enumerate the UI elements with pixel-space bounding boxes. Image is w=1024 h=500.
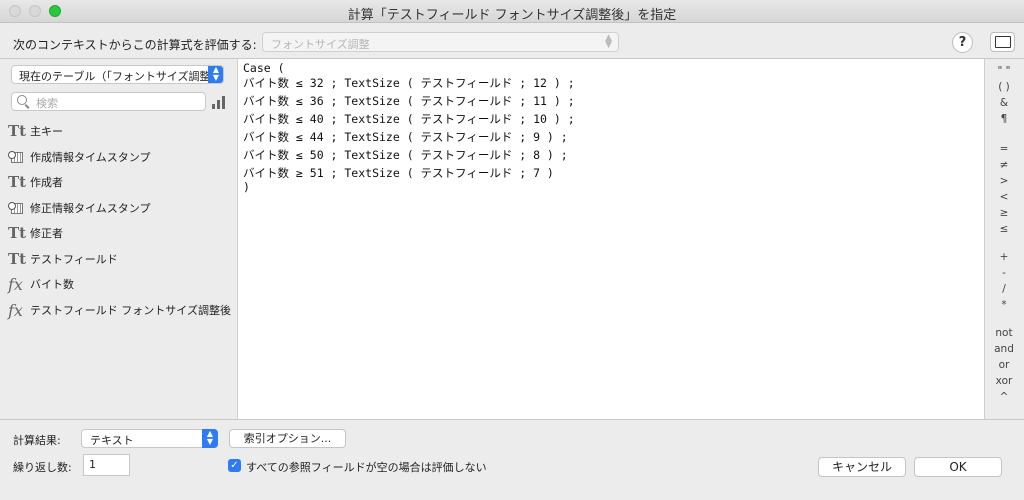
text-type-icon: Tt [8, 249, 27, 268]
field-name: テストフィールド フォントサイズ調整後 [30, 303, 231, 317]
cancel-button[interactable]: キャンセル [818, 457, 906, 477]
field-item[interactable]: fx テストフィールド フォントサイズ調整後 [0, 298, 236, 324]
repetitions-label: 繰り返し数: [13, 461, 72, 474]
field-list: Tt 主キー 作成情報タイムスタンプ Tt 作成者 修正情報タイムスタンプ Tt [0, 119, 236, 323]
operator-less-equal[interactable]: ≤ [986, 223, 1022, 235]
help-button[interactable]: ? [952, 32, 973, 53]
formula-line: バイト数 ≤ 32 ; TextSize ( テストフィールド ; 12 ) ; [243, 76, 575, 90]
field-item[interactable]: Tt テストフィールド [0, 247, 236, 273]
operator-pane: " " ( ) & ¶ = ≠ > < ≥ ≤ + - / * not and … [986, 59, 1024, 419]
calculation-dialog: 計算「テストフィールド フォントサイズ調整後」を指定 次のコンテキストからこの計… [0, 0, 1024, 500]
index-options-button[interactable]: 索引オプション... [229, 429, 346, 448]
window-title: 計算「テストフィールド フォントサイズ調整後」を指定 [347, 8, 677, 23]
result-type-select[interactable]: テキスト ▲ ▼ [81, 429, 218, 448]
table-select-value: 現在のテーブル（「フォントサイズ調整」） [19, 70, 224, 83]
operator-plus[interactable]: + [986, 251, 1022, 263]
operator-ampersand[interactable]: & [986, 97, 1022, 109]
field-name: 修正情報タイムスタンプ [30, 201, 151, 215]
operator-quotes[interactable]: " " [986, 65, 1022, 77]
context-label: 次のコンテキストからこの計算式を評価する: [13, 38, 257, 52]
operator-parens[interactable]: ( ) [986, 81, 1022, 93]
formula-editor[interactable]: Case ( バイト数 ≤ 32 ; TextSize ( テストフィールド ;… [237, 59, 985, 419]
title-bar: 計算「テストフィールド フォントサイズ調整後」を指定 [0, 0, 1024, 23]
formula-line: バイト数 ≤ 50 ; TextSize ( テストフィールド ; 8 ) ; [243, 148, 568, 162]
formula-line: バイト数 ≤ 40 ; TextSize ( テストフィールド ; 10 ) ; [243, 112, 575, 126]
main-area: 現在のテーブル（「フォントサイズ調整」） ▲ ▼ 検索 Tt 主キー 作成情報タ… [0, 58, 1024, 420]
text-type-icon: Tt [8, 224, 27, 242]
operator-divide[interactable]: / [986, 283, 1022, 295]
field-name: バイト数 [30, 278, 74, 291]
field-item[interactable]: 修正情報タイムスタンプ [0, 196, 236, 222]
field-name: 主キー [30, 125, 63, 138]
search-placeholder: 検索 [36, 97, 58, 110]
field-item[interactable]: Tt 主キー [0, 119, 236, 145]
toggle-panel-button[interactable] [990, 32, 1015, 52]
operator-greater[interactable]: > [986, 175, 1022, 187]
formula-line: ) [243, 180, 250, 194]
table-select[interactable]: 現在のテーブル（「フォントサイズ調整」） ▲ ▼ [11, 65, 224, 84]
operator-multiply[interactable]: * [986, 299, 1022, 311]
text-type-icon: Tt [8, 173, 27, 191]
operator-equal[interactable]: = [986, 143, 1022, 155]
chevron-updown-icon: ▲ ▼ [202, 429, 218, 448]
operator-not[interactable]: not [986, 327, 1022, 339]
skip-empty-checkbox[interactable]: ✓ [228, 459, 241, 472]
result-type-label: 計算結果: [13, 434, 61, 447]
search-icon [17, 95, 27, 105]
operator-not-equal[interactable]: ≠ [986, 159, 1022, 171]
calculation-icon: fx [8, 300, 23, 320]
calculation-icon: fx [8, 275, 23, 294]
ok-button[interactable]: OK [914, 457, 1002, 477]
operator-xor[interactable]: xor [986, 375, 1022, 387]
field-item[interactable]: Tt 作成者 [0, 170, 236, 196]
chevron-updown-icon: ▲ ▼ [605, 33, 612, 50]
field-name: テストフィールド [30, 252, 118, 266]
formula-line: バイト数 ≤ 44 ; TextSize ( テストフィールド ; 9 ) ; [243, 130, 568, 144]
skip-empty-label[interactable]: すべての参照フィールドが空の場合は評価しない [246, 459, 487, 475]
operator-and[interactable]: and [986, 343, 1022, 355]
result-type-value: テキスト [90, 434, 134, 447]
field-name: 修正者 [30, 227, 63, 240]
operator-power[interactable]: ^ [986, 391, 1022, 403]
operator-greater-equal[interactable]: ≥ [986, 207, 1022, 219]
formula-line: バイト数 ≤ 36 ; TextSize ( テストフィールド ; 11 ) ; [243, 94, 575, 108]
operator-pilcrow[interactable]: ¶ [986, 113, 1022, 125]
field-item[interactable]: Tt 修正者 [0, 221, 236, 247]
operator-or[interactable]: or [986, 359, 1022, 371]
field-item[interactable]: 作成情報タイムスタンプ [0, 145, 236, 171]
context-select-value: フォントサイズ調整 [271, 38, 370, 51]
field-search-input[interactable]: 検索 [11, 92, 206, 111]
text-type-icon: Tt [8, 122, 27, 140]
field-item[interactable]: fx バイト数 [0, 272, 236, 298]
chevron-updown-icon: ▲ ▼ [208, 66, 223, 83]
context-select[interactable]: フォントサイズ調整 ▲ ▼ [262, 32, 619, 52]
field-name: 作成情報タイムスタンプ [30, 150, 151, 164]
operator-less[interactable]: < [986, 191, 1022, 203]
sort-bars-icon[interactable] [212, 95, 226, 109]
field-pane: 現在のテーブル（「フォントサイズ調整」） ▲ ▼ 検索 Tt 主キー 作成情報タ… [0, 59, 236, 419]
field-name: 作成者 [30, 176, 63, 189]
sidebar-toggle-icon [995, 36, 1011, 48]
operator-minus[interactable]: - [986, 267, 1022, 279]
formula-line: バイト数 ≥ 51 ; TextSize ( テストフィールド ; 7 ) [243, 166, 554, 180]
formula-line: Case ( [243, 61, 285, 75]
repetitions-input[interactable]: 1 [83, 454, 130, 476]
